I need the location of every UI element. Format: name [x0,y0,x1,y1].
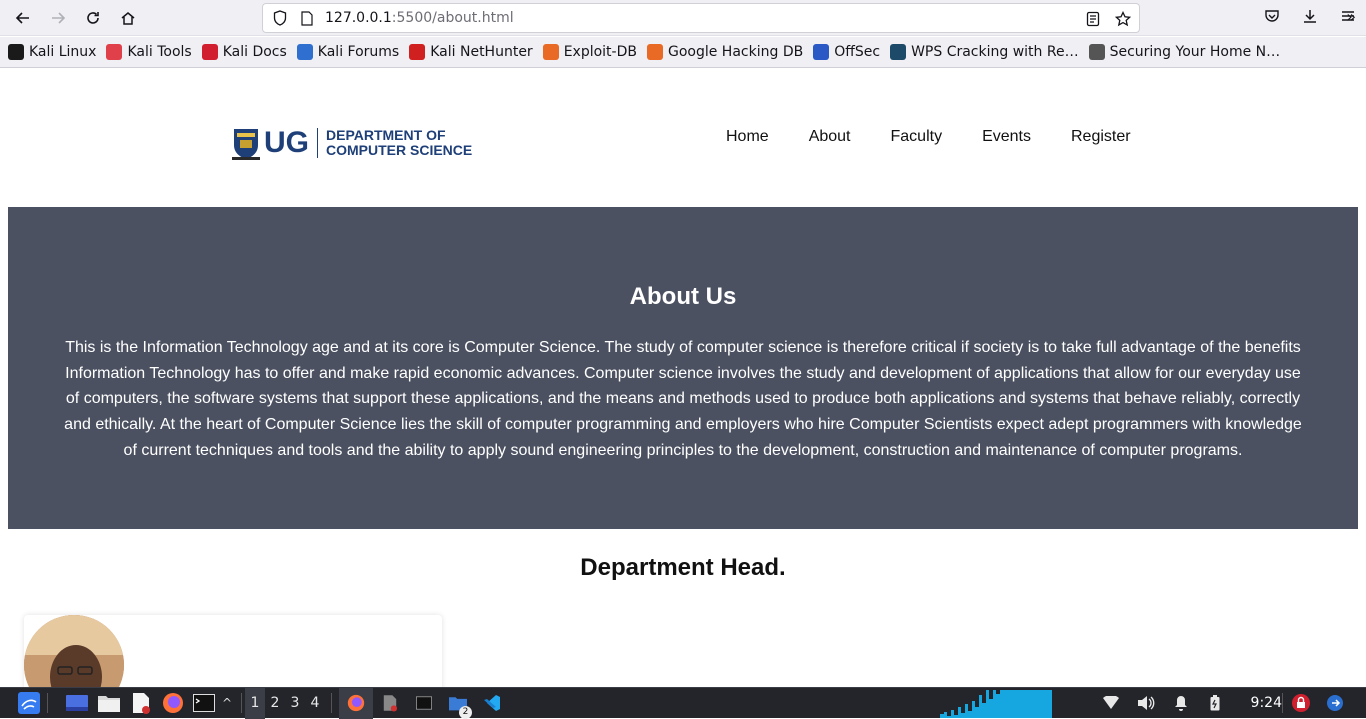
bookmark-favicon-icon [1088,44,1105,60]
web-page: UG DEPARTMENT OF COMPUTER SCIENCE Home A… [0,69,1366,687]
task-terminal[interactable] [407,688,441,719]
bookmark-label: Google Hacking DB [667,44,804,60]
bookmark-favicon-icon [296,44,313,60]
logo-department-name: DEPARTMENT OF COMPUTER SCIENCE [326,128,472,158]
nav-faculty[interactable]: Faculty [891,128,943,146]
bookmark-label: Kali Tools [127,44,192,60]
task-count-badge: 2 [459,705,472,719]
lock-icon[interactable] [1290,688,1312,719]
bookmark-favicon-icon [646,44,663,60]
bookmark-label: Exploit-DB [563,44,637,60]
site-header: UG DEPARTMENT OF COMPUTER SCIENCE Home A… [0,69,1366,207]
page-icon[interactable] [299,9,315,27]
bookmark-label: Kali Forums [317,44,400,60]
text-editor-icon[interactable] [125,688,157,719]
bookmark-item[interactable]: Securing Your Home N… [1088,44,1281,60]
logo-ug-text: UG [264,126,309,159]
volume-icon[interactable] [1135,688,1157,719]
nav-home[interactable]: Home [726,128,769,146]
logo-line-1: DEPARTMENT OF [326,127,446,143]
app-menu-icon[interactable] [14,688,44,719]
shield-icon[interactable] [271,9,289,27]
bookmark-label: WPS Cracking with Re… [911,44,1079,60]
crest-icon [232,129,260,160]
browser-toolbar: 127.0.0.1:5500/about.html [0,0,1366,36]
firefox-icon[interactable] [157,688,189,719]
nav-events[interactable]: Events [982,128,1031,146]
department-head-card [24,615,442,687]
bookmark-item[interactable]: Kali Docs [201,44,287,60]
bookmark-star-icon[interactable] [1113,9,1133,29]
bookmark-item[interactable]: WPS Cracking with Re… [890,44,1079,60]
bookmark-item[interactable]: Kali Forums [296,44,400,60]
url-text[interactable]: 127.0.0.1:5500/about.html [325,10,514,26]
bookmark-favicon-icon [8,44,24,60]
task-file-manager[interactable]: 2 [441,688,475,719]
desktop-taskbar: ^ 1 2 3 4 2 9:24 [0,687,1366,719]
workspace-4[interactable]: 4 [305,688,325,719]
nav-register[interactable]: Register [1071,128,1131,146]
logout-icon[interactable] [1324,688,1346,719]
wifi-icon[interactable] [1100,688,1122,719]
bookmark-item[interactable]: Google Hacking DB [646,44,804,60]
bookmark-item[interactable]: Kali NetHunter [409,44,533,60]
department-head-photo [24,615,124,687]
bookmark-item[interactable]: OffSec [813,44,880,60]
about-section: About Us This is the Information Technol… [8,207,1358,529]
url-bar[interactable]: 127.0.0.1:5500/about.html [262,3,1140,33]
workspace-2[interactable]: 2 [265,688,285,719]
bookmark-favicon-icon [813,44,830,60]
bookmark-favicon-icon [106,44,123,60]
bookmarks-overflow-icon[interactable]: » [1346,7,1356,26]
bookmark-favicon-icon [409,44,426,60]
about-text: This is the Information Technology age a… [64,339,1302,459]
main-nav: Home About Faculty Events Register [726,128,1171,146]
terminal-icon[interactable] [189,688,219,719]
clock[interactable]: 9:24 [1251,695,1282,711]
task-firefox[interactable] [339,687,373,719]
logo-line-2: COMPUTER SCIENCE [326,142,473,158]
workspace-3[interactable]: 3 [285,688,305,719]
file-manager-icon[interactable] [93,688,125,719]
bookmark-label: Kali Linux [29,44,97,60]
show-desktop-icon[interactable] [61,688,93,719]
back-button[interactable] [11,6,35,30]
notification-bell-icon[interactable] [1170,688,1192,719]
pocket-icon[interactable] [1262,6,1282,26]
department-head-title: Department Head. [580,554,786,581]
task-text-editor[interactable] [373,688,407,719]
bookmark-favicon-icon [890,44,907,60]
about-title: About Us [629,283,737,310]
bookmark-label: Kali Docs [222,44,287,60]
nav-about[interactable]: About [809,128,851,146]
site-logo[interactable]: UG DEPARTMENT OF COMPUTER SCIENCE [232,125,472,161]
workspace-1[interactable]: 1 [245,687,265,719]
bookmark-label: OffSec [834,44,881,60]
task-vscode[interactable] [475,688,509,719]
bookmark-item[interactable]: Kali Tools [106,44,192,60]
url-path: :5500/about.html [391,10,514,26]
bookmark-item[interactable]: Exploit-DB [542,44,637,60]
url-host: 127.0.0.1 [325,10,392,26]
reader-view-icon[interactable] [1083,9,1103,29]
home-button[interactable] [116,6,140,30]
downloads-icon[interactable] [1300,6,1320,26]
bookmark-favicon-icon [201,44,218,60]
bookmark-item[interactable]: Kali Linux [8,44,96,60]
bookmark-label: Securing Your Home N… [1109,44,1281,60]
forward-button[interactable] [46,6,70,30]
bookmark-label: Kali NetHunter [430,44,533,60]
logo-divider [317,128,318,158]
reload-button[interactable] [81,6,105,30]
bookmarks-bar: Kali Linux Kali Tools Kali Docs Kali Forums… [0,37,1366,68]
chevron-up-icon[interactable]: ^ [219,688,235,719]
battery-icon[interactable] [1204,688,1226,719]
network-activity-graph [940,690,1052,718]
bookmark-favicon-icon [542,44,559,60]
